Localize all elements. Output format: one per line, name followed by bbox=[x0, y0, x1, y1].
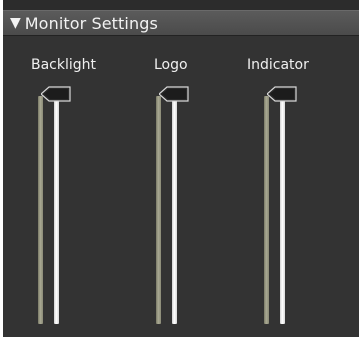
slider-track[interactable] bbox=[172, 96, 177, 324]
slider-thumb-icon[interactable] bbox=[41, 86, 71, 102]
slider-track[interactable] bbox=[54, 96, 59, 324]
panel-title: Monitor Settings bbox=[24, 13, 158, 33]
indicator-slider[interactable] bbox=[262, 86, 302, 326]
logo-label: Logo bbox=[154, 57, 188, 73]
panel-header[interactable]: ▼ Monitor Settings bbox=[3, 10, 359, 36]
slider-thumb-icon[interactable] bbox=[159, 86, 189, 102]
slider-track[interactable] bbox=[280, 96, 285, 324]
indicator-label: Indicator bbox=[247, 57, 309, 73]
slider-thumb-icon[interactable] bbox=[267, 86, 297, 102]
panel-top-strip bbox=[3, 0, 359, 10]
slider-track-shadow bbox=[156, 96, 161, 324]
slider-track-shadow bbox=[38, 96, 43, 324]
collapse-arrow-icon[interactable]: ▼ bbox=[10, 16, 21, 30]
backlight-slider[interactable] bbox=[36, 86, 76, 326]
slider-track-shadow bbox=[264, 96, 269, 324]
logo-slider[interactable] bbox=[154, 86, 194, 326]
backlight-label: Backlight bbox=[31, 57, 97, 73]
